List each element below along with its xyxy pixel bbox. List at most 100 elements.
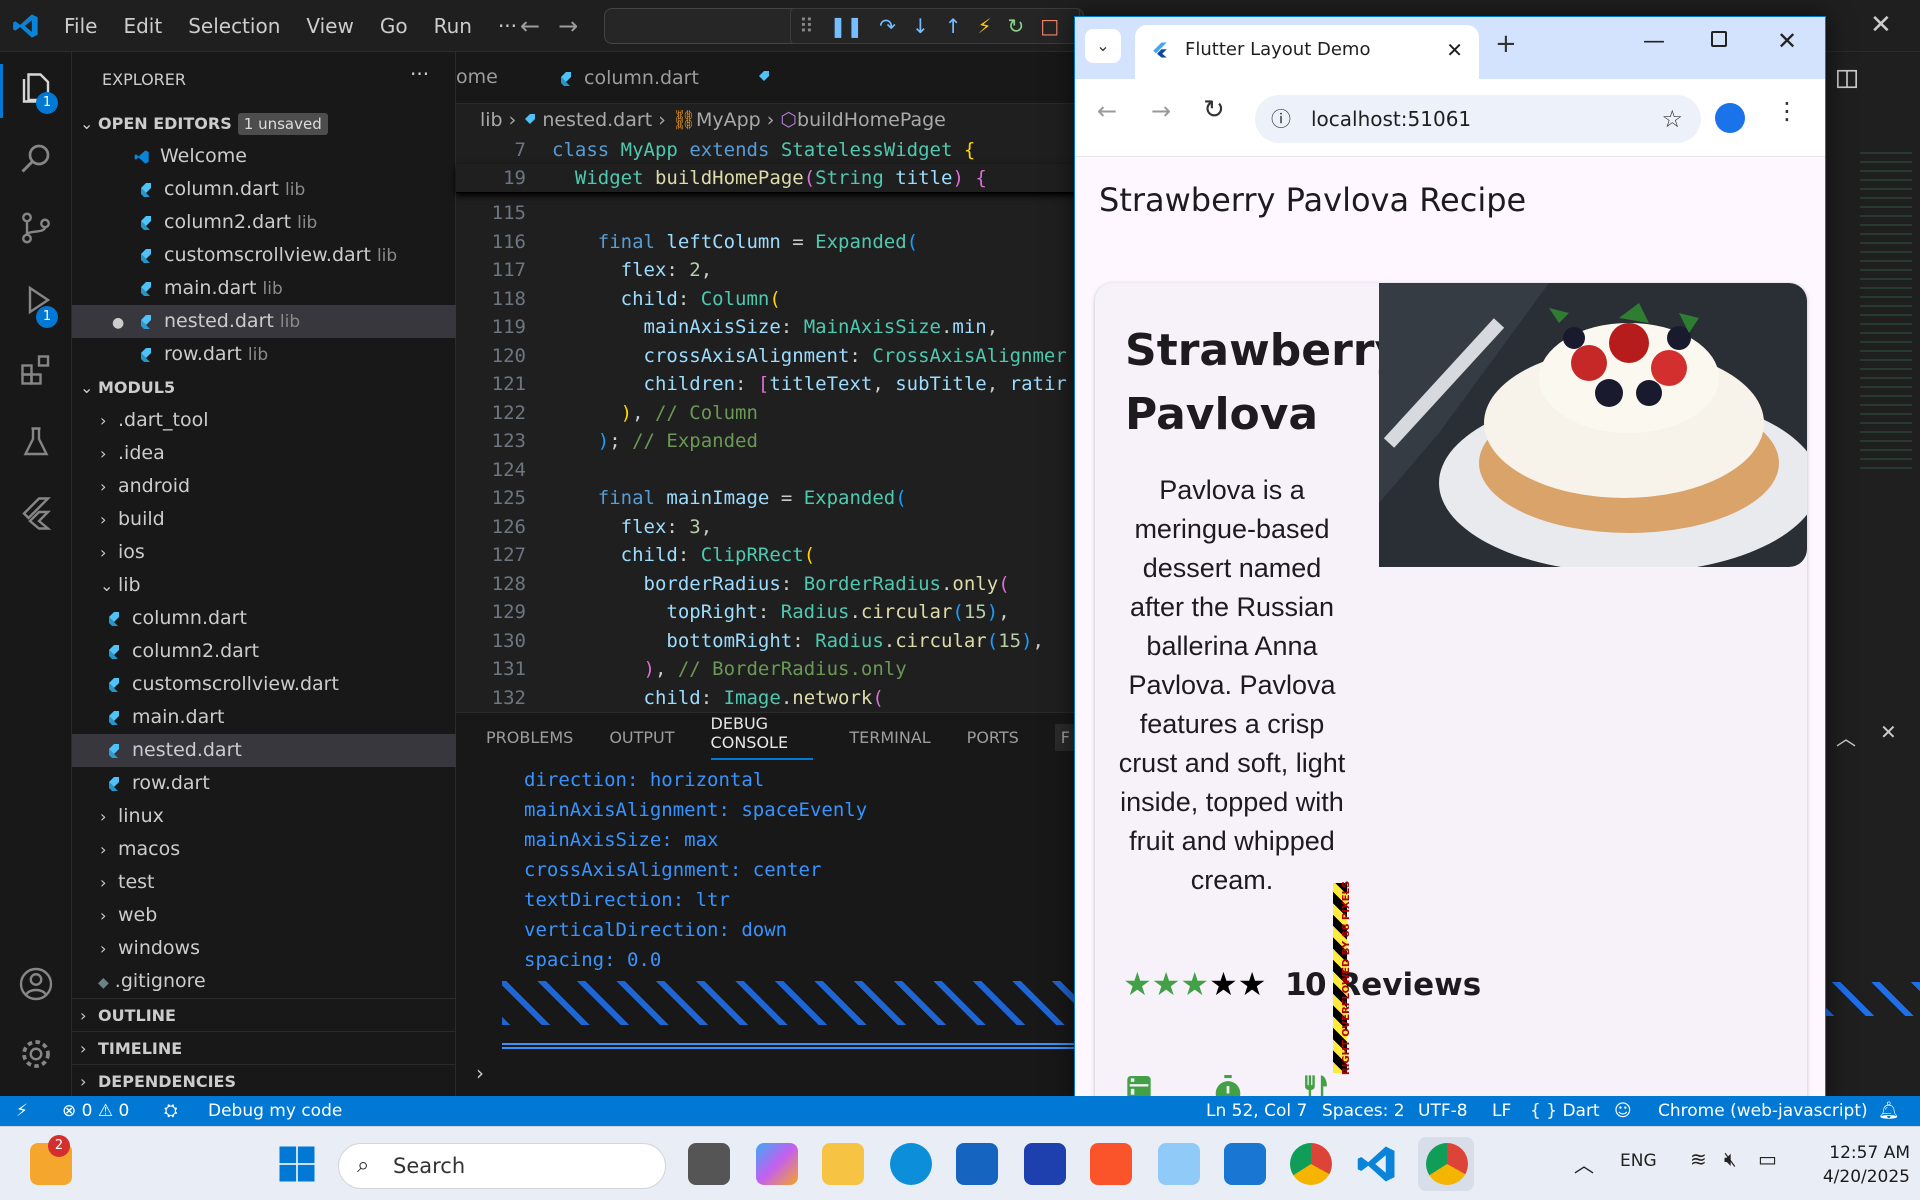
minimize-icon[interactable]: — xyxy=(1643,29,1665,54)
taskbar-search[interactable]: ⌕ Search xyxy=(338,1143,666,1189)
store-icon[interactable] xyxy=(956,1143,998,1185)
code-line[interactable]: 116 final leftColumn = Expanded( xyxy=(456,228,1076,257)
profile-avatar-icon[interactable] xyxy=(1715,103,1745,133)
menu-view[interactable]: View xyxy=(306,14,353,38)
code-line[interactable]: 122 ), // Column xyxy=(456,399,1076,428)
chrome-profile-icon[interactable] xyxy=(1290,1143,1332,1185)
menu-go[interactable]: Go xyxy=(380,14,408,38)
notifications-bell-icon[interactable]: 🔔︎ xyxy=(1878,1096,1900,1126)
tab-terminal[interactable]: TERMINAL xyxy=(849,728,930,747)
tab-flutter[interactable]: F xyxy=(1054,723,1076,751)
lib-file-item[interactable]: main.dart xyxy=(72,701,456,734)
code-line[interactable]: 121 children: [titleText, subTitle, rati… xyxy=(456,370,1076,399)
drag-handle-icon[interactable]: ⠿ xyxy=(799,14,814,38)
code-line[interactable]: 128 borderRadius: BorderRadius.only( xyxy=(456,570,1076,599)
menu-file[interactable]: File xyxy=(64,14,97,38)
close-tab-icon[interactable]: ✕ xyxy=(1446,25,1463,75)
breadcrumb-class[interactable]: MyApp xyxy=(696,109,761,131)
pause-icon[interactable]: ❚❚ xyxy=(830,14,864,38)
dart-file-icon[interactable] xyxy=(756,70,772,86)
breadcrumb-lib[interactable]: lib xyxy=(480,109,503,131)
cursor-position[interactable]: Ln 52, Col 7 xyxy=(1206,1096,1307,1126)
tray-overflow-icon[interactable]: ︿ xyxy=(1574,1149,1594,1178)
language-mode[interactable]: { } Dart xyxy=(1530,1096,1600,1126)
lib-file-item[interactable]: column2.dart xyxy=(72,635,456,668)
problems-status[interactable]: ⊗ 0 ⚠ 0 xyxy=(62,1096,129,1126)
code-line[interactable]: 127 child: ClipRRect( xyxy=(456,541,1076,570)
forward-arrow-icon[interactable]: → xyxy=(558,12,596,40)
console-prompt-icon[interactable]: › xyxy=(476,1061,484,1085)
debug-config-label[interactable]: Debug my code xyxy=(208,1096,342,1126)
back-arrow-icon[interactable]: ← xyxy=(520,12,558,40)
outline-section[interactable]: › OUTLINE xyxy=(72,998,456,1031)
split-editor-icon[interactable] xyxy=(1836,68,1858,90)
folder-item[interactable]: › test xyxy=(72,866,456,899)
menu-selection[interactable]: Selection xyxy=(188,14,280,38)
app-icon[interactable] xyxy=(1158,1143,1200,1185)
testing-flask-icon[interactable] xyxy=(18,424,54,460)
menu-more[interactable]: ··· xyxy=(498,14,517,38)
lib-file-item[interactable]: row.dart xyxy=(72,767,456,800)
step-over-icon[interactable]: ↷ xyxy=(879,14,896,38)
open-editor-item-active[interactable]: ● nested.dart lib xyxy=(72,305,456,338)
tab-ports[interactable]: PORTS xyxy=(967,728,1019,747)
code-line[interactable]: 117 flex: 2, xyxy=(456,256,1076,285)
folder-item-lib[interactable]: ⌄ lib xyxy=(72,569,456,602)
folder-item[interactable]: › windows xyxy=(72,932,456,965)
settings-gear-icon[interactable] xyxy=(18,1036,54,1072)
folder-item[interactable]: › macos xyxy=(72,833,456,866)
chrome-menu-icon[interactable]: ⋮ xyxy=(1775,97,1799,125)
code-line[interactable]: 126 flex: 3, xyxy=(456,513,1076,542)
tab-partial[interactable]: ome xyxy=(456,66,498,88)
wifi-icon[interactable]: ≋ xyxy=(1690,1147,1707,1171)
tab-search-chevron-icon[interactable]: ⌄ xyxy=(1085,29,1121,63)
back-icon[interactable]: ← xyxy=(1097,97,1117,125)
open-editor-item[interactable]: row.dart lib xyxy=(72,338,456,371)
code-line[interactable]: 125 final mainImage = Expanded( xyxy=(456,484,1076,513)
lib-file-item[interactable]: customscrollview.dart xyxy=(72,668,456,701)
project-section[interactable]: ⌄ MODUL5 xyxy=(72,371,456,404)
line-ending[interactable]: LF xyxy=(1492,1096,1511,1126)
flutter-icon[interactable] xyxy=(18,494,54,530)
app-icon[interactable] xyxy=(1024,1143,1066,1185)
breadcrumb-method[interactable]: buildHomePage xyxy=(797,109,946,131)
reload-icon[interactable]: ↻ xyxy=(1203,95,1225,125)
edge-icon[interactable] xyxy=(890,1143,932,1185)
breadcrumb-file[interactable]: nested.dart xyxy=(542,109,652,131)
dependencies-section[interactable]: › DEPENDENCIES xyxy=(72,1064,456,1097)
lib-file-item[interactable]: column.dart xyxy=(72,602,456,635)
tab-problems[interactable]: PROBLEMS xyxy=(486,728,573,747)
windows-start-icon[interactable] xyxy=(276,1143,318,1185)
open-editor-item[interactable]: main.dart lib xyxy=(72,272,456,305)
folder-item[interactable]: › web xyxy=(72,899,456,932)
search-icon[interactable] xyxy=(18,140,54,176)
tab-debug-console[interactable]: DEBUG CONSOLE xyxy=(710,714,814,760)
remote-icon[interactable]: ⚡ xyxy=(16,1096,28,1126)
code-line[interactable]: 120 crossAxisAlignment: CrossAxisAlignme… xyxy=(456,342,1076,371)
folder-item[interactable]: › .idea xyxy=(72,437,456,470)
debug-config-icon[interactable]: ⛭ xyxy=(164,1096,178,1126)
open-editor-welcome[interactable]: Welcome xyxy=(72,140,456,173)
chrome-icon[interactable] xyxy=(1426,1143,1468,1185)
code-line[interactable]: 123 ); // Expanded xyxy=(456,427,1076,456)
timeline-section[interactable]: › TIMELINE xyxy=(72,1031,456,1064)
sticky-line[interactable]: 19 Widget buildHomePage(String title) { xyxy=(456,164,1076,193)
source-control-icon[interactable] xyxy=(18,210,54,246)
volume-muted-icon[interactable]: 🔇︎ xyxy=(1724,1147,1737,1171)
account-icon[interactable] xyxy=(18,966,54,1002)
menu-edit[interactable]: Edit xyxy=(123,14,162,38)
maximize-icon[interactable] xyxy=(1711,31,1727,47)
open-editor-item[interactable]: customscrollview.dart lib xyxy=(72,239,456,272)
restart-icon[interactable]: ↻ xyxy=(1008,14,1025,38)
open-editor-item[interactable]: column2.dart lib xyxy=(72,206,456,239)
system-clock[interactable]: 12:57 AM 4/20/2025 xyxy=(1800,1141,1910,1189)
hot-reload-icon[interactable]: ⚡ xyxy=(977,14,991,38)
lib-file-item-selected[interactable]: nested.dart xyxy=(72,734,456,767)
maximize-panel-icon[interactable]: ︿ xyxy=(1836,722,1856,751)
indentation[interactable]: Spaces: 2 xyxy=(1322,1096,1405,1126)
folder-item[interactable]: › linux xyxy=(72,800,456,833)
address-bar[interactable]: ⓘ localhost:51061 ☆ xyxy=(1255,95,1701,143)
code-line[interactable]: 132 child: Image.network( xyxy=(456,684,1076,713)
app-icon[interactable] xyxy=(1224,1143,1266,1185)
close-window-icon[interactable]: ✕ xyxy=(1870,10,1892,40)
